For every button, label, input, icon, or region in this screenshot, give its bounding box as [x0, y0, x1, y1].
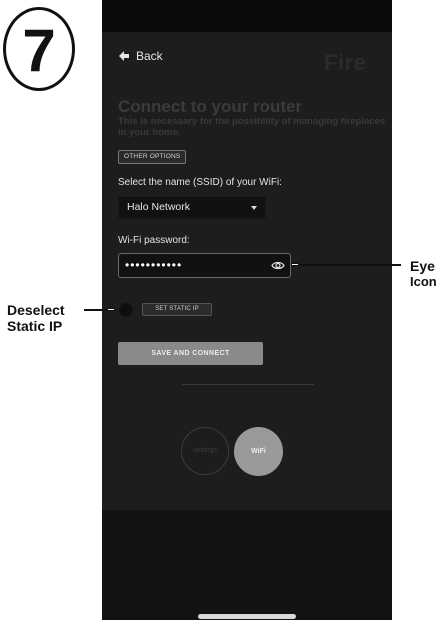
- ssid-label: Select the name (SSID) of your WiFi:: [118, 177, 282, 188]
- step-badge: 7: [3, 7, 75, 91]
- status-bar: [102, 0, 392, 32]
- back-arrow-icon: [119, 51, 129, 61]
- static-callout-line1: Deselect: [7, 302, 65, 318]
- static-callout-label: Deselect Static IP: [7, 302, 65, 334]
- step-number: 7: [22, 17, 56, 84]
- chevron-down-icon: [251, 206, 257, 210]
- eye-icon[interactable]: [271, 260, 285, 271]
- brand-logo: Fire: [324, 50, 367, 75]
- back-button[interactable]: Back: [118, 49, 163, 63]
- password-value: •••••••••••: [125, 258, 183, 272]
- static-ip-radio[interactable]: [119, 303, 133, 317]
- eye-callout-end: [291, 263, 299, 266]
- eye-callout-label: Eye Icon: [410, 258, 437, 290]
- other-options-button[interactable]: OTHER OPTIONS: [118, 150, 187, 164]
- password-field[interactable]: •••••••••••: [118, 253, 291, 278]
- page-title: Connect to your router: [118, 97, 303, 116]
- ssid-dropdown[interactable]: Halo Network: [118, 196, 266, 219]
- tab-wifi[interactable]: WiFi: [234, 427, 283, 476]
- eye-callout-line1: Eye: [410, 258, 435, 274]
- home-indicator: [198, 614, 296, 619]
- divider: [182, 384, 314, 385]
- eye-callout-line: [295, 264, 401, 266]
- ssid-value: Halo Network: [127, 201, 191, 213]
- tab-settings[interactable]: settings: [181, 427, 229, 475]
- app-bottom-area: [102, 510, 392, 620]
- static-callout-line2: Static IP: [7, 318, 63, 334]
- static-callout-end: [107, 308, 115, 311]
- back-label: Back: [136, 49, 163, 63]
- eye-callout-line2: Icon: [410, 274, 437, 289]
- page-subtitle: This is necessary for the possibility of…: [118, 116, 386, 138]
- password-label: Wi-Fi password:: [118, 235, 190, 246]
- save-and-connect-button[interactable]: SAVE AND CONNECT: [118, 342, 263, 365]
- set-static-ip-button[interactable]: SET STATIC IP: [142, 303, 212, 316]
- phone-screen: Back Fire Connect to your router This is…: [102, 0, 392, 620]
